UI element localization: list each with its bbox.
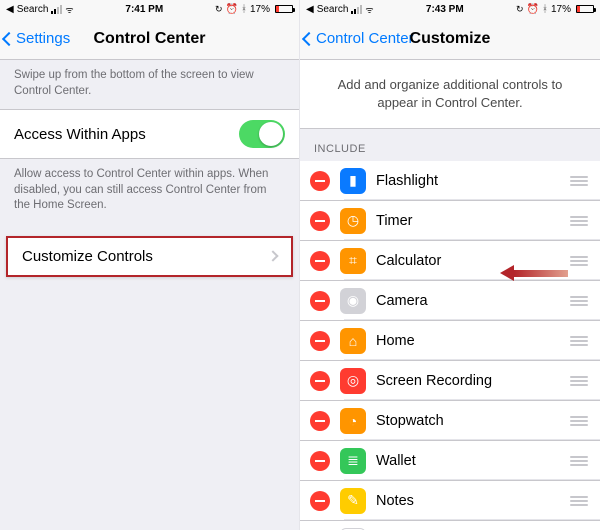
item-label: Timer — [376, 213, 570, 229]
drag-handle-icon[interactable] — [570, 376, 588, 386]
list-item: ◉ Camera — [300, 281, 600, 321]
access-label: Access Within Apps — [14, 126, 239, 143]
back-to-app-label[interactable]: Search — [317, 4, 349, 15]
remove-button[interactable] — [310, 331, 330, 351]
list-item: ✎ Notes — [300, 481, 600, 521]
nav-bar: Control Center Customize — [300, 18, 600, 60]
access-within-apps-row: Access Within Apps — [0, 109, 299, 159]
alarm-status-icon: ⏰ — [226, 4, 238, 15]
include-list: ▮Flashlight◷Timer⌗Calculator◉Camera⌂Home… — [300, 161, 600, 530]
section-include: Include — [300, 129, 600, 161]
drag-handle-icon[interactable] — [570, 216, 588, 226]
wifi-icon: ᯤ — [365, 3, 373, 16]
list-item: ▮ Flashlight — [300, 161, 600, 201]
back-to-app[interactable]: ◀ — [6, 4, 14, 15]
back-button[interactable]: Control Center — [300, 30, 414, 47]
remove-button[interactable] — [310, 171, 330, 191]
timer-icon: ◷ — [340, 208, 366, 234]
battery-icon — [574, 5, 594, 13]
item-label: Notes — [376, 493, 570, 509]
drag-handle-icon[interactable] — [570, 296, 588, 306]
item-label: Stopwatch — [376, 413, 570, 429]
wifi-icon: ᯤ — [65, 3, 73, 16]
phone-left: ◀ Search ᯤ 7:41 PM ↻ ⏰ ᚼ 17% Settings Co… — [0, 0, 300, 530]
screen-recording-icon: ◎ — [340, 368, 366, 394]
drag-handle-icon[interactable] — [570, 416, 588, 426]
signal-icon — [351, 5, 362, 14]
drag-handle-icon[interactable] — [570, 456, 588, 466]
calculator-icon: ⌗ — [340, 248, 366, 274]
camera-icon: ◉ — [340, 288, 366, 314]
list-item: ≣ Wallet — [300, 441, 600, 481]
chevron-left-icon — [302, 31, 316, 45]
remove-button[interactable] — [310, 371, 330, 391]
wallet-icon: ≣ — [340, 448, 366, 474]
customize-highlight: Customize Controls — [6, 236, 293, 277]
list-item: ♥Low Power Mode — [300, 521, 600, 530]
item-label: Home — [376, 333, 570, 349]
back-label: Settings — [16, 30, 70, 47]
status-bar: ◀ Search ᯤ 7:43 PM ↻ ⏰ ᚼ 17% — [300, 0, 600, 18]
bluetooth-icon: ᚼ — [542, 4, 548, 15]
battery-percent: 17% — [551, 4, 571, 15]
chevron-left-icon — [2, 31, 16, 45]
list-item: ◷ Timer — [300, 201, 600, 241]
status-bar: ◀ Search ᯤ 7:41 PM ↻ ⏰ ᚼ 17% — [0, 0, 299, 18]
signal-icon — [51, 5, 62, 14]
phone-right: ◀ Search ᯤ 7:43 PM ↻ ⏰ ᚼ 17% Control Cen… — [300, 0, 600, 530]
drag-handle-icon[interactable] — [570, 176, 588, 186]
drag-handle-icon[interactable] — [570, 256, 588, 266]
flashlight-icon: ▮ — [340, 168, 366, 194]
remove-button[interactable] — [310, 251, 330, 271]
alarm-status-icon: ⏰ — [527, 4, 539, 15]
nav-bar: Settings Control Center — [0, 18, 299, 60]
access-toggle[interactable] — [239, 120, 285, 148]
customize-label: Customize Controls — [22, 248, 269, 265]
access-footer: Allow access to Control Center within ap… — [0, 159, 299, 224]
list-item: ◔ Stopwatch — [300, 401, 600, 441]
home-icon: ⌂ — [340, 328, 366, 354]
list-item: ⌂ Home — [300, 321, 600, 361]
back-to-app-label[interactable]: Search — [17, 4, 49, 15]
back-to-app[interactable]: ◀ — [306, 4, 314, 15]
page-title: Control Center — [94, 30, 206, 48]
drag-handle-icon[interactable] — [570, 336, 588, 346]
callout-arrow — [500, 265, 568, 281]
remove-button[interactable] — [310, 211, 330, 231]
description-text: Add and organize additional controls to … — [300, 60, 600, 129]
orientation-lock-icon: ↻ — [516, 4, 524, 15]
remove-button[interactable] — [310, 491, 330, 511]
hint-text: Swipe up from the bottom of the screen t… — [0, 60, 299, 109]
remove-button[interactable] — [310, 411, 330, 431]
remove-button[interactable] — [310, 291, 330, 311]
battery-percent: 17% — [250, 4, 270, 15]
stopwatch-icon: ◔ — [340, 408, 366, 434]
item-label: Flashlight — [376, 173, 570, 189]
status-time: 7:43 PM — [426, 4, 464, 15]
item-label: Screen Recording — [376, 373, 570, 389]
remove-button[interactable] — [310, 451, 330, 471]
customize-content: Add and organize additional controls to … — [300, 60, 600, 530]
battery-icon — [273, 5, 293, 13]
notes-icon: ✎ — [340, 488, 366, 514]
bluetooth-icon: ᚼ — [241, 4, 247, 15]
list-item: ◎ Screen Recording — [300, 361, 600, 401]
status-time: 7:41 PM — [125, 4, 163, 15]
back-button[interactable]: Settings — [0, 30, 70, 47]
item-label: Wallet — [376, 453, 570, 469]
item-label: Camera — [376, 293, 570, 309]
orientation-lock-icon: ↻ — [215, 4, 223, 15]
chevron-right-icon — [267, 250, 278, 261]
back-label: Control Center — [316, 30, 414, 47]
drag-handle-icon[interactable] — [570, 496, 588, 506]
page-title: Customize — [410, 30, 491, 48]
customize-controls-row[interactable]: Customize Controls — [8, 238, 291, 275]
